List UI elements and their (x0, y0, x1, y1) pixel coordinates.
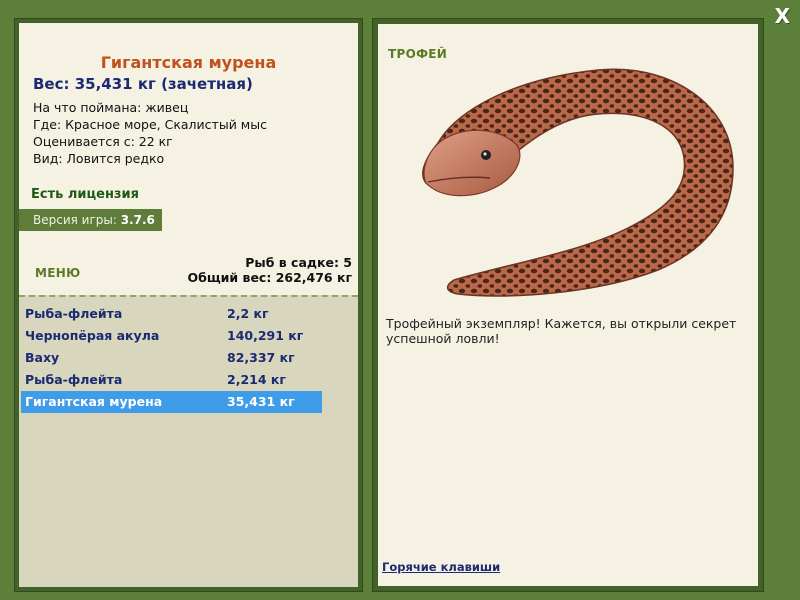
location-line: Где: Красное море, Скалистый мыс (33, 117, 267, 132)
cage-count: Рыб в садке: 5 (245, 255, 352, 270)
catch-row[interactable]: Ваху 82,337 кг (21, 347, 322, 369)
catch-row[interactable]: Рыба-флейта 2,214 кг (21, 369, 322, 391)
fish-weight: Вес: 35,431 кг (зачетная) (33, 75, 253, 93)
catch-name: Ваху (25, 350, 60, 365)
close-button[interactable]: X (775, 4, 790, 28)
fish-info: На что поймана: живец Где: Красное море,… (33, 99, 267, 167)
version-label: Версия игры: (33, 213, 117, 227)
version-value: 3.7.6 (120, 213, 155, 227)
catch-name: Рыба-флейта (25, 306, 123, 321)
catch-row[interactable]: Чернопёрая акула 140,291 кг (21, 325, 322, 347)
catch-row[interactable]: Рыба-флейта 2,2 кг (21, 303, 322, 325)
trophy-inner: ТРОФЕЙ Трофейный экземпляр! Кажется, вы … (378, 24, 758, 586)
catch-list: Рыба-флейта 2,2 кг Чернопёрая акула 140,… (19, 295, 358, 587)
trophy-label: ТРОФЕЙ (388, 47, 448, 61)
cage-total-weight: Общий вес: 262,476 кг (187, 270, 353, 285)
moray-eel-image (422, 68, 734, 297)
fish-title: Гигантская мурена (100, 53, 277, 72)
catch-name: Рыба-флейта (25, 372, 123, 387)
catch-info-panel: Гигантская мурена Вес: 35,431 кг (зачетн… (14, 18, 363, 592)
catch-name: Гигантская мурена (25, 394, 163, 409)
catch-weight: 140,291 кг (227, 328, 304, 343)
catch-weight: 82,337 кг (227, 350, 295, 365)
catch-info-inner: Гигантская мурена Вес: 35,431 кг (зачетн… (19, 23, 358, 587)
catch-name: Чернопёрая акула (25, 328, 160, 343)
trophy-message: Трофейный экземпляр! Кажется, вы открыли… (386, 316, 737, 346)
rarity-line: Вид: Ловится редко (33, 151, 165, 166)
catch-row[interactable]: Гигантская мурена 35,431 кг (21, 391, 322, 413)
catch-weight: 2,214 кг (227, 372, 286, 387)
trophy-panel: ТРОФЕЙ Трофейный экземпляр! Кажется, вы … (372, 18, 764, 592)
threshold-line: Оценивается с: 22 кг (33, 134, 173, 149)
menu-button[interactable]: МЕНЮ (35, 266, 80, 280)
license-status: Есть лицензия (31, 187, 139, 202)
version-bar: Версия игры: 3.7.6 (19, 209, 162, 231)
catch-weight: 35,431 кг (227, 394, 295, 409)
catch-weight: 2,2 кг (227, 306, 269, 321)
hotkeys-link[interactable]: Горячие клавиши (382, 560, 500, 574)
bait-line: На что поймана: живец (33, 100, 189, 115)
cage-stats: Рыб в садке: 5 Общий вес: 262,476 кг (188, 255, 353, 285)
